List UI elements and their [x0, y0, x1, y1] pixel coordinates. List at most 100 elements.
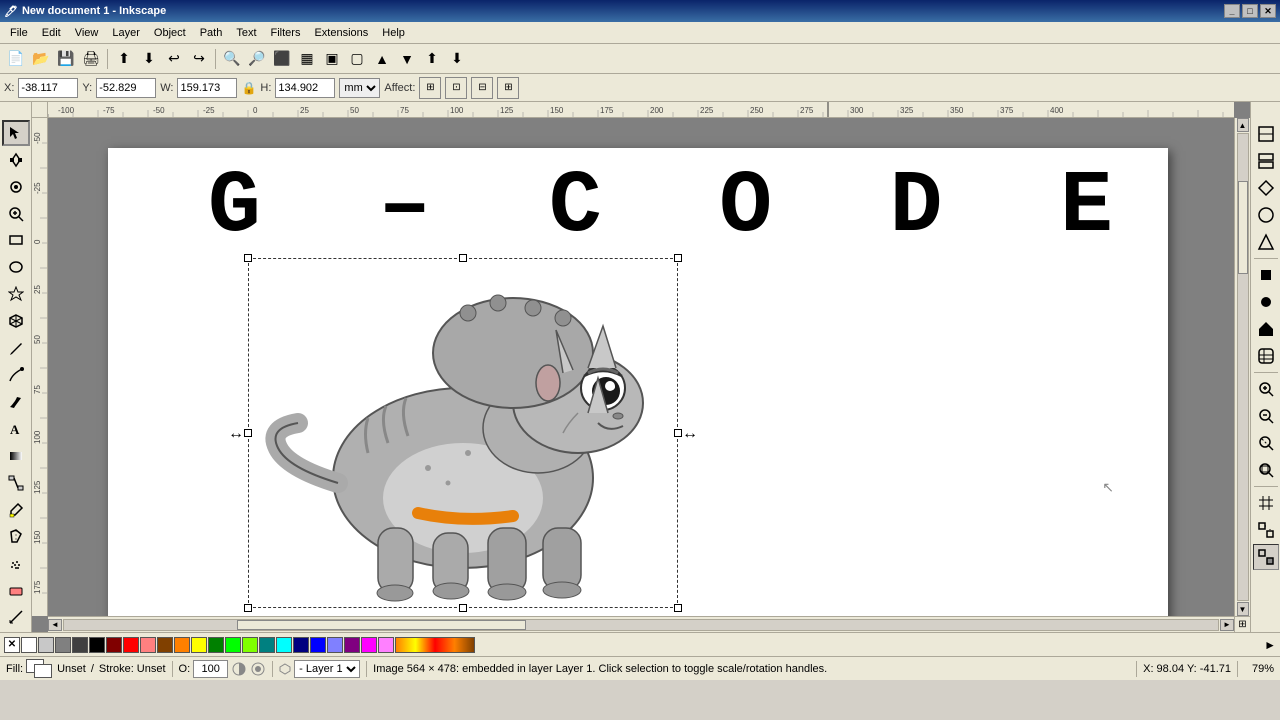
new-button[interactable]: 📄 [4, 47, 28, 71]
menu-edit[interactable]: Edit [36, 25, 67, 41]
right-tool-node-snap[interactable] [1253, 544, 1279, 570]
lock-icon[interactable]: 🔒 [241, 81, 256, 95]
horizontal-scrollbar[interactable]: ◄ ► [48, 616, 1234, 632]
group-button[interactable]: ▣ [320, 47, 344, 71]
right-tool-6[interactable] [1253, 262, 1279, 288]
menu-filters[interactable]: Filters [265, 25, 307, 41]
close-button[interactable]: ✕ [1260, 4, 1276, 18]
canvas-container[interactable]: -100 -75 -50 -25 0 25 50 75 100 125 150 … [32, 102, 1250, 632]
menu-view[interactable]: View [69, 25, 105, 41]
menu-help[interactable]: Help [376, 25, 411, 41]
right-tool-zoom-in[interactable] [1253, 376, 1279, 402]
affect-size-btn[interactable]: ⊡ [445, 77, 467, 99]
right-tool-snap[interactable] [1253, 517, 1279, 543]
color-swatch-yellow[interactable] [191, 637, 207, 653]
right-tool-1[interactable] [1253, 121, 1279, 147]
x-input[interactable] [18, 78, 78, 98]
align-button[interactable]: ⬛ [270, 47, 294, 71]
scroll-down-btn[interactable]: ▼ [1237, 602, 1249, 616]
right-tool-8[interactable] [1253, 316, 1279, 342]
h-input[interactable] [275, 78, 335, 98]
no-color-swatch[interactable]: ✕ [4, 637, 20, 653]
3d-box-tool[interactable] [2, 308, 30, 334]
layer-select[interactable]: - Layer 1 [294, 660, 360, 678]
calligraphy-tool[interactable] [2, 389, 30, 415]
eraser-tool[interactable] [2, 577, 30, 603]
color-swatch-ltred[interactable] [140, 637, 156, 653]
menu-object[interactable]: Object [148, 25, 192, 41]
affect-rotate-btn[interactable]: ⊟ [471, 77, 493, 99]
ungroup-button[interactable]: ▢ [345, 47, 369, 71]
hscroll-thumb[interactable] [237, 620, 526, 630]
color-swatch-red[interactable] [123, 637, 139, 653]
undo-button[interactable]: ↩ [162, 47, 186, 71]
color-swatch-ltgreen[interactable] [242, 637, 258, 653]
color-swatch-black[interactable] [89, 637, 105, 653]
vscroll-thumb[interactable] [1238, 181, 1248, 274]
right-tool-zoom-out[interactable] [1253, 403, 1279, 429]
color-swatch-white[interactable] [21, 637, 37, 653]
window-controls[interactable]: _ □ ✕ [1224, 4, 1276, 18]
scroll-right-btn[interactable]: ► [1220, 619, 1234, 631]
color-swatch-teal[interactable] [259, 637, 275, 653]
menu-file[interactable]: File [4, 25, 34, 41]
right-tool-2[interactable] [1253, 148, 1279, 174]
redo-button[interactable]: ↪ [187, 47, 211, 71]
zoom-out-button[interactable]: 🔎 [245, 47, 269, 71]
color-swatch-ltblue[interactable] [327, 637, 343, 653]
color-swatch-ltmagenta[interactable] [378, 637, 394, 653]
right-tool-grid[interactable] [1253, 490, 1279, 516]
right-tool-3[interactable] [1253, 175, 1279, 201]
menu-layer[interactable]: Layer [106, 25, 146, 41]
node-tool[interactable] [2, 147, 30, 173]
hscroll-track[interactable] [63, 619, 1219, 631]
affect-pos-btn[interactable]: ⊞ [419, 77, 441, 99]
menu-extensions[interactable]: Extensions [308, 25, 374, 41]
scroll-up-btn[interactable]: ▲ [1237, 118, 1249, 132]
gradient-tool[interactable] [2, 443, 30, 469]
star-tool[interactable] [2, 281, 30, 307]
measure-tool[interactable] [2, 604, 30, 630]
color-swatch-magenta[interactable] [361, 637, 377, 653]
color-swatch-darkgreen[interactable] [208, 637, 224, 653]
unit-select[interactable]: mm px cm in pt [339, 78, 380, 98]
save-button[interactable]: 💾 [54, 47, 78, 71]
color-expand-btn[interactable]: ► [1264, 638, 1276, 652]
pen-tool[interactable] [2, 362, 30, 388]
color-swatch-cyan[interactable] [276, 637, 292, 653]
color-swatch-blue[interactable] [310, 637, 326, 653]
raise-top-button[interactable]: ⬆ [420, 47, 444, 71]
zoom-in-button[interactable]: 🔍 [220, 47, 244, 71]
zoom-tool[interactable] [2, 201, 30, 227]
y-input[interactable] [96, 78, 156, 98]
drawing-area[interactable]: G – C O D E ↔ [48, 118, 1234, 616]
text-tool[interactable]: A [2, 416, 30, 442]
open-button[interactable]: 📂 [29, 47, 53, 71]
w-input[interactable] [177, 78, 237, 98]
minimize-button[interactable]: _ [1224, 4, 1240, 18]
menu-text[interactable]: Text [230, 25, 262, 41]
select-tool[interactable] [2, 120, 30, 146]
spray-tool[interactable] [2, 550, 30, 576]
vertical-scrollbar[interactable]: ▲ ▼ [1234, 118, 1250, 616]
import-button[interactable]: ⬆ [112, 47, 136, 71]
right-tool-5[interactable] [1253, 229, 1279, 255]
paint-bucket-tool[interactable] [2, 523, 30, 549]
connector-tool[interactable] [2, 470, 30, 496]
distribute-button[interactable]: ▦ [295, 47, 319, 71]
lower-bottom-button[interactable]: ⬇ [445, 47, 469, 71]
ellipse-tool[interactable] [2, 254, 30, 280]
dropper-tool[interactable] [2, 497, 30, 523]
tweak-tool[interactable] [2, 174, 30, 200]
right-tool-7[interactable] [1253, 289, 1279, 315]
color-swatch-darkred[interactable] [106, 637, 122, 653]
export-button[interactable]: ⬇ [137, 47, 161, 71]
lower-button[interactable]: ▼ [395, 47, 419, 71]
affect-skew-btn[interactable]: ⊞ [497, 77, 519, 99]
maximize-button[interactable]: □ [1242, 4, 1258, 18]
color-gradient-swatch[interactable] [395, 637, 475, 653]
color-swatch-purple[interactable] [344, 637, 360, 653]
color-swatch-orange[interactable] [174, 637, 190, 653]
opacity-input[interactable] [193, 660, 228, 678]
color-swatch-ltgray[interactable] [38, 637, 54, 653]
